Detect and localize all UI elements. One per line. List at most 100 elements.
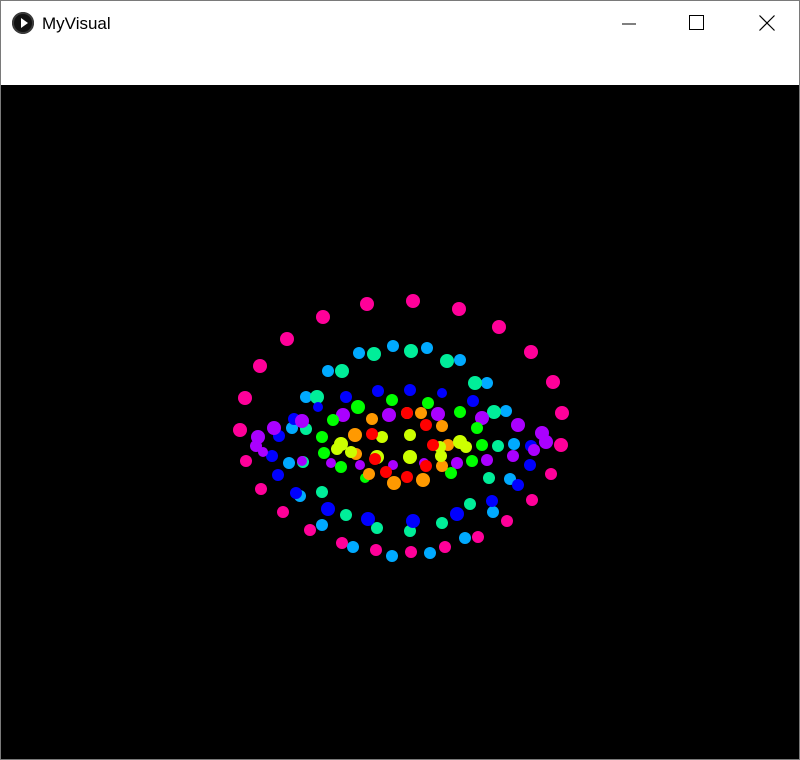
particle-dot: [483, 472, 495, 484]
particle-dot: [487, 405, 501, 419]
particle-dot: [258, 447, 268, 457]
particle-dot: [512, 479, 524, 491]
particle-dot: [355, 460, 365, 470]
particle-dot: [451, 457, 463, 469]
close-button[interactable]: [744, 1, 790, 46]
particle-dot: [436, 420, 448, 432]
particle-dot: [253, 359, 267, 373]
particle-dot: [420, 419, 432, 431]
particle-dot: [437, 388, 447, 398]
particle-dot: [313, 402, 323, 412]
maximize-icon: [689, 15, 704, 30]
particle-dot: [405, 546, 417, 558]
particle-dot: [524, 459, 536, 471]
particle-dot: [440, 354, 454, 368]
particle-dot: [416, 473, 430, 487]
particle-dot: [486, 495, 498, 507]
particle-dot: [476, 439, 488, 451]
particle-dot: [535, 426, 549, 440]
particle-dot: [387, 340, 399, 352]
particle-dot: [380, 466, 392, 478]
particle-dot: [546, 375, 560, 389]
particle-dot: [508, 438, 520, 450]
particle-dot: [316, 310, 330, 324]
particle-dot: [424, 547, 436, 559]
particle-dot: [386, 394, 398, 406]
particle-dot: [436, 517, 448, 529]
particle-dot: [404, 344, 418, 358]
particle-dot: [321, 502, 335, 516]
particle-dot: [450, 507, 464, 521]
app-window: MyVisual: [0, 0, 800, 760]
particle-dot: [382, 408, 396, 422]
particle-dot: [481, 377, 493, 389]
particle-dot: [283, 457, 295, 469]
particle-dot: [367, 347, 381, 361]
minimize-button[interactable]: [605, 1, 651, 46]
title-bar[interactable]: MyVisual: [1, 1, 799, 46]
particle-dot: [492, 440, 504, 452]
particle-dot: [471, 422, 483, 434]
play-circle-icon: [12, 12, 34, 34]
particle-dot: [452, 302, 466, 316]
particle-dot: [415, 407, 427, 419]
particle-dot: [501, 515, 513, 527]
particle-dot: [351, 400, 365, 414]
particle-dot: [326, 458, 336, 468]
particle-dot: [316, 519, 328, 531]
particle-dot: [366, 428, 378, 440]
particle-dot: [545, 468, 557, 480]
particle-dot: [435, 450, 447, 462]
particle-dot: [318, 447, 330, 459]
particle-dot: [511, 418, 525, 432]
particle-dot: [372, 385, 384, 397]
particle-dot: [401, 407, 413, 419]
particle-dot: [420, 460, 432, 472]
particle-dot: [404, 384, 416, 396]
particle-dot: [233, 423, 247, 437]
particle-dot: [467, 395, 479, 407]
particle-dot: [464, 498, 476, 510]
particle-dot: [238, 391, 252, 405]
render-canvas[interactable]: [1, 85, 799, 759]
particle-dot: [422, 397, 434, 409]
particle-dot: [360, 297, 374, 311]
minimize-icon: [622, 23, 636, 25]
particle-dot: [526, 494, 538, 506]
particle-dot: [322, 365, 334, 377]
particle-dot: [472, 531, 484, 543]
particle-dot: [404, 429, 416, 441]
particle-dot: [524, 345, 538, 359]
particle-dot: [277, 506, 289, 518]
particle-dot: [295, 414, 309, 428]
particle-dot: [316, 486, 328, 498]
particle-dot: [336, 537, 348, 549]
maximize-button[interactable]: [674, 1, 720, 46]
close-icon: [759, 15, 775, 31]
particle-dot: [370, 544, 382, 556]
particle-dot: [345, 446, 357, 458]
particle-dot: [439, 541, 451, 553]
particle-dot: [387, 476, 401, 490]
particle-dot: [331, 443, 343, 455]
particle-dot: [492, 320, 506, 334]
particle-dot: [340, 509, 352, 521]
particle-dot: [431, 407, 445, 421]
particle-dot: [361, 512, 375, 526]
particle-dot: [481, 454, 493, 466]
particle-dot: [366, 413, 378, 425]
particle-dot: [466, 455, 478, 467]
particle-dot: [272, 469, 284, 481]
particle-dot: [240, 455, 252, 467]
particle-dot: [421, 342, 433, 354]
window-title: MyVisual: [42, 14, 111, 33]
particle-dot: [348, 428, 362, 442]
particle-dot: [347, 541, 359, 553]
particle-dot: [310, 390, 324, 404]
particle-dot: [369, 453, 381, 465]
particle-dot: [290, 487, 302, 499]
particle-dot: [363, 468, 375, 480]
particle-dot: [528, 444, 540, 456]
particle-dot: [353, 347, 365, 359]
particle-dot: [267, 421, 281, 435]
